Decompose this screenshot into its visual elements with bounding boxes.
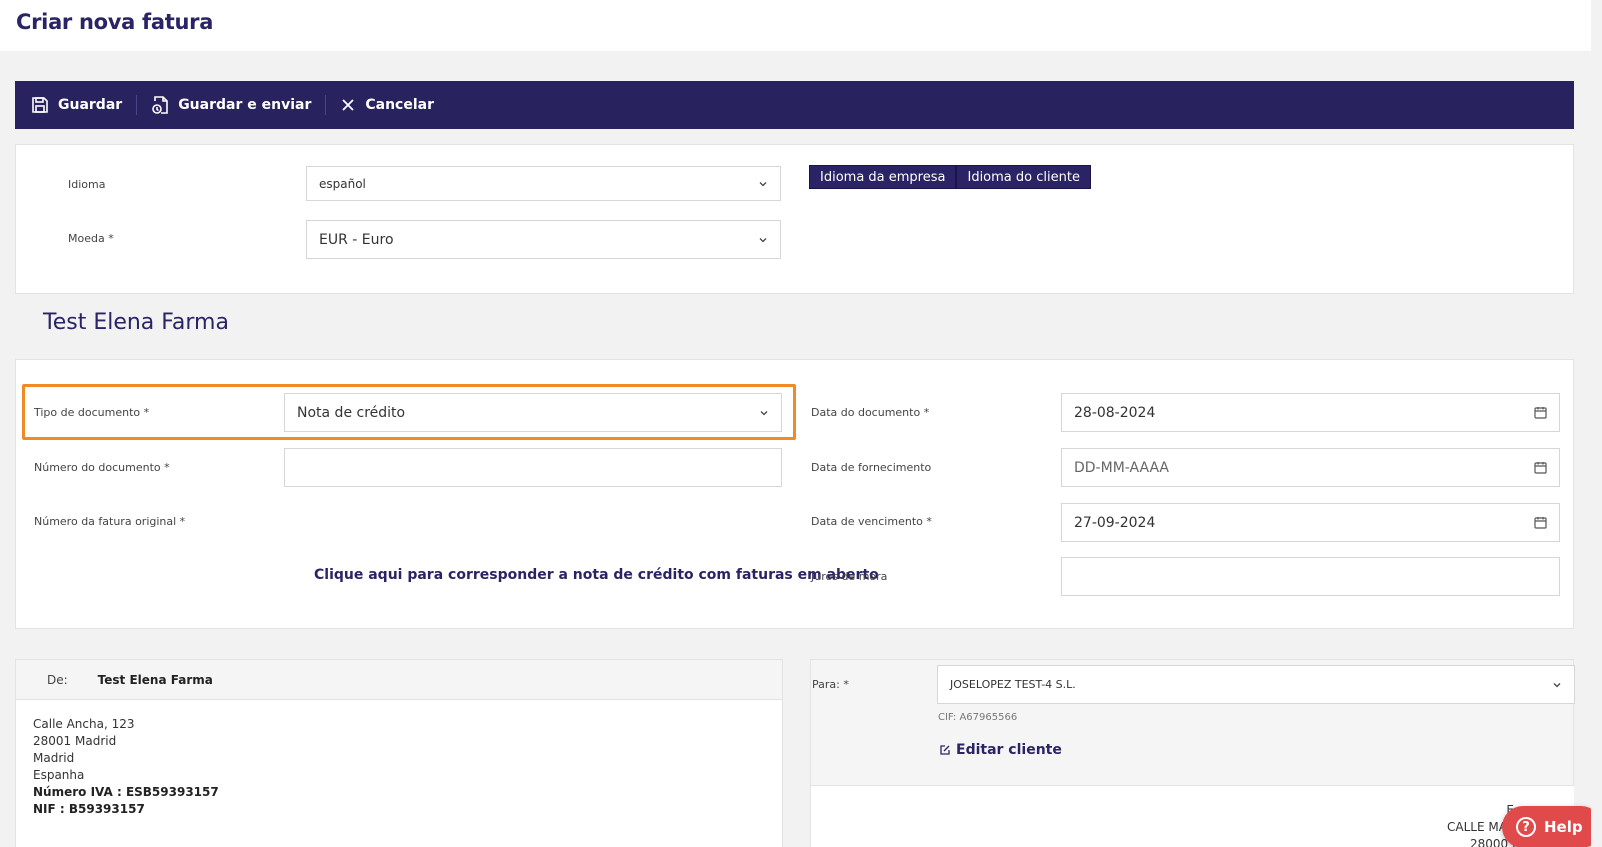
from-label: De: [47,672,68,687]
chevron-down-icon [759,237,767,242]
company-name: Test Elena Farma [43,310,229,335]
language-value: español [319,176,366,191]
to-panel: Para: * JOSELOPEZ TEST-4 S.L. CIF: A6796… [810,659,1575,847]
client-language-button[interactable]: Idioma do cliente [956,165,1091,189]
scrollbar[interactable] [1591,0,1602,847]
from-vat-number: Número IVA : ESB59393157 [33,785,219,799]
from-nif: NIF : B59393157 [33,802,145,816]
late-interest-label: Juros de mora [811,570,888,583]
company-language-button[interactable]: Idioma da empresa [809,165,957,189]
currency-value: EUR - Euro [319,231,394,248]
document-date-value: 28-08-2024 [1074,404,1156,421]
from-panel: De: Test Elena Farma Calle Ancha, 123 28… [15,659,783,847]
settings-panel [15,144,1574,294]
language-button-group: Idioma da empresa Idioma do cliente [809,165,1091,189]
client-address-box: E CALLE MA 28000 I [811,785,1574,847]
due-date-input[interactable]: 27-09-2024 [1061,503,1560,542]
close-icon [342,99,354,111]
from-address-line: Calle Ancha, 123 [33,717,135,731]
supply-date-label: Data de fornecimento [811,461,932,474]
from-address-line: 28001 Madrid [33,734,117,748]
action-toolbar: Guardar Guardar e enviar Cancelar [15,81,1574,129]
calendar-icon[interactable] [1534,406,1547,419]
from-company-name: Test Elena Farma [97,672,213,687]
calendar-icon[interactable] [1534,461,1547,474]
send-document-icon [152,96,168,114]
page-title: Criar nova fatura [16,10,214,34]
due-date-label: Data de vencimento * [811,515,932,528]
document-type-select[interactable]: Nota de crédito [284,393,782,432]
document-number-label: Número do documento * [34,461,170,474]
due-date-value: 27-09-2024 [1074,514,1156,531]
document-type-value: Nota de crédito [297,404,406,421]
chevron-down-icon [760,410,768,415]
document-number-input[interactable] [284,448,782,487]
save-send-label: Guardar e enviar [178,97,312,113]
language-select[interactable]: español [306,166,781,201]
from-address: Calle Ancha, 123 28001 Madrid Madrid Esp… [16,700,782,818]
late-interest-input[interactable] [1061,557,1560,596]
client-select[interactable]: JOSELOPEZ TEST-4 S.L. [937,665,1575,704]
client-cif: CIF: A67965566 [938,712,1018,723]
edit-client-link[interactable]: Editar cliente [939,742,1062,758]
currency-select[interactable]: EUR - Euro [306,220,781,259]
client-value: JOSELOPEZ TEST-4 S.L. [950,678,1076,691]
client-address-line: CALLE MA [1447,820,1507,834]
to-label: Para: * [812,678,849,691]
chevron-down-icon [759,181,767,186]
calendar-icon[interactable] [1534,516,1547,529]
from-address-line: Madrid [33,751,75,765]
help-label: Help [1544,818,1583,836]
from-header: De: Test Elena Farma [16,660,782,700]
save-label: Guardar [58,97,123,113]
supply-date-input[interactable]: DD-MM-AAAA [1061,448,1560,487]
top-bar [0,0,1602,51]
supply-date-placeholder: DD-MM-AAAA [1074,459,1169,476]
help-button[interactable]: ? Help [1502,806,1602,847]
currency-label: Moeda * [68,232,114,245]
document-type-label: Tipo de documento * [34,406,150,419]
from-address-line: Espanha [33,768,85,782]
chevron-down-icon [1553,682,1561,687]
original-invoice-label: Número da fatura original * [34,515,186,528]
save-send-button[interactable]: Guardar e enviar [151,95,327,115]
document-date-label: Data do documento * [811,406,930,419]
save-button[interactable]: Guardar [31,95,138,115]
edit-client-label: Editar cliente [956,742,1062,758]
match-credit-note-link[interactable]: Clique aqui para corresponder a nota de … [314,567,879,583]
document-date-input[interactable]: 28-08-2024 [1061,393,1560,432]
cancel-button[interactable]: Cancelar [340,95,448,115]
edit-icon [940,745,950,755]
cancel-label: Cancelar [365,97,434,113]
language-label: Idioma [68,178,106,191]
save-icon [32,97,48,113]
question-icon: ? [1516,817,1536,837]
